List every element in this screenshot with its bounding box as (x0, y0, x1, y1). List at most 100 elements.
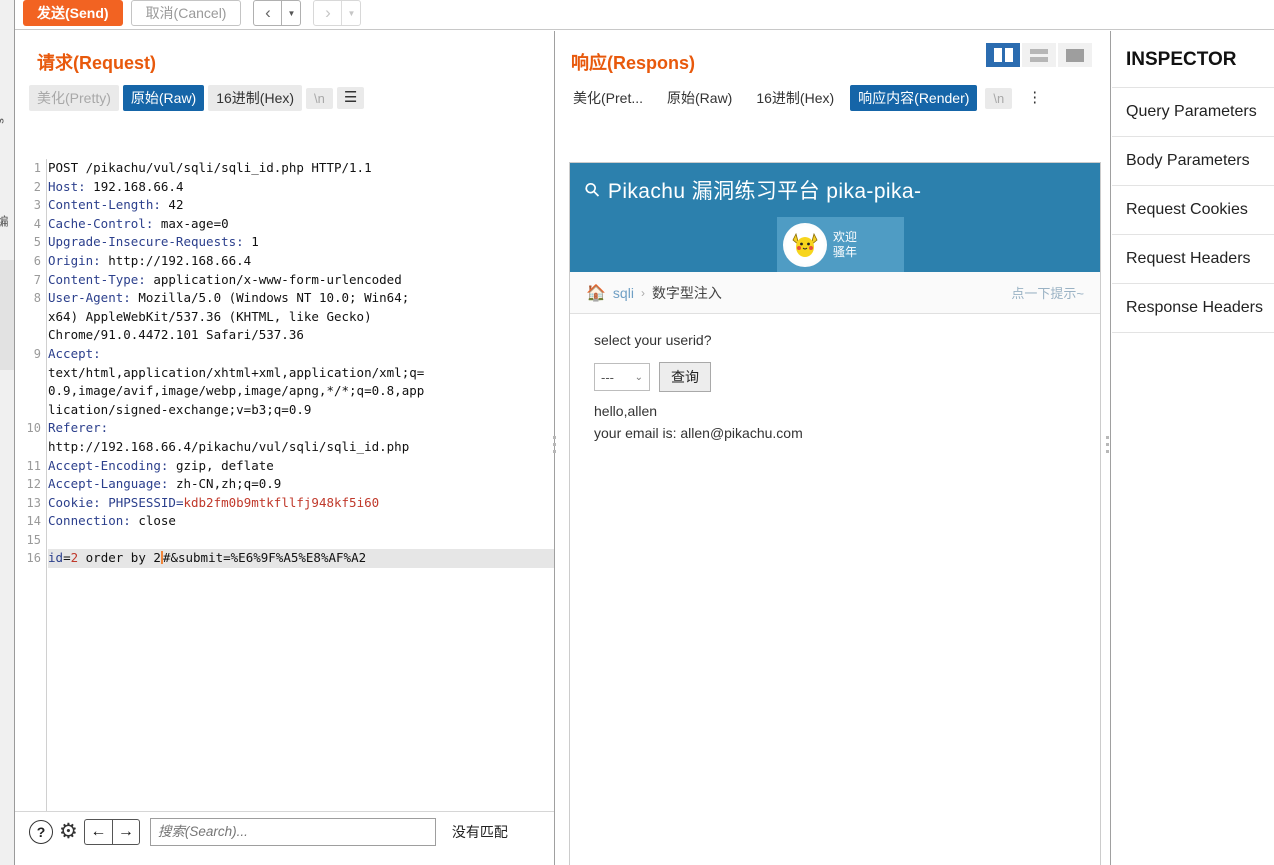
inspector-section-0[interactable]: Query Parameters (1112, 87, 1274, 136)
inspector-section-3[interactable]: Request Headers (1112, 234, 1274, 283)
code-line[interactable]: 0.9,image/avif,image/webp,image/apng,*/*… (48, 382, 554, 401)
header-name: Upgrade-Insecure-Requests: (48, 234, 244, 250)
tab-0[interactable]: 美化(Pret... (565, 85, 651, 111)
home-icon[interactable]: 🏠 (586, 283, 606, 303)
tab-1[interactable]: 原始(Raw) (122, 85, 205, 111)
code-line[interactable]: Cache-Control: max-age=0 (48, 215, 554, 234)
code-line[interactable]: Content-Type: application/x-www-form-url… (48, 271, 554, 290)
chevron-left-icon[interactable]: ‹ (254, 1, 283, 25)
code-line[interactable]: Referer: (48, 419, 554, 438)
body-injection-text: order by 2 (78, 550, 161, 566)
tab-3[interactable]: 响应内容(Render) (850, 85, 978, 111)
line-number: 4 (33, 216, 41, 231)
request-body-line[interactable]: id=2 order by 2 #&submit=%E6%9F%A5%E8%AF%… (48, 549, 554, 569)
newline-toggle[interactable]: \n (306, 87, 333, 109)
breadcrumb-separator: › (640, 285, 645, 300)
header-name: Content-Length: (48, 197, 161, 213)
request-raw-editor[interactable]: 1 2 3 4 5 6 7 8 9 10 11 12 13 14 15 16 POST /pikachu/vu… (15, 159, 554, 839)
code-line[interactable]: text/html,application/xhtml+xml,applicat… (48, 364, 554, 383)
menu-icon[interactable]: ⋮ (1020, 87, 1049, 109)
cookie-value: kdb2fm0b9mtkfllfj948kf5i60 (183, 494, 380, 510)
header-name: Referer: (48, 420, 109, 436)
inspector-section-1[interactable]: Body Parameters (1112, 136, 1274, 185)
line-number: 12 (26, 477, 41, 492)
userid-prompt: select your userid? (594, 332, 712, 348)
pikachu-avatar-icon (783, 222, 827, 267)
chevron-right-icon[interactable]: › (314, 1, 343, 25)
chevron-down-icon[interactable]: ▼ (282, 1, 300, 25)
header-value: http://192.168.66.4 (100, 252, 252, 268)
code-line[interactable]: Content-Length: 42 (48, 196, 554, 215)
cookie-key: PHPSESSID= (100, 494, 184, 510)
code-line[interactable]: Origin: http://192.168.66.4 (48, 252, 554, 271)
inspector-section-4[interactable]: Response Headers (1112, 283, 1274, 332)
code-line[interactable]: Host: 192.168.66.4 (48, 178, 554, 197)
header-value: 192.168.66.4 (85, 178, 184, 194)
line-number: 9 (33, 346, 41, 361)
request-line-number-gutter: 1 2 3 4 5 6 7 8 9 10 11 12 13 14 15 16 (15, 159, 47, 839)
response-panel-splitter[interactable] (1106, 432, 1110, 460)
body-param-key: id (48, 550, 64, 566)
line-number: 13 (26, 495, 41, 510)
query-submit-button[interactable]: 查询 (659, 362, 711, 392)
layout-single-pane-button[interactable] (1058, 43, 1092, 67)
next-request-button[interactable]: › ▼ (313, 0, 362, 26)
left-strip-active-block[interactable] (0, 260, 14, 370)
tab-1[interactable]: 原始(Raw) (659, 85, 740, 111)
tab-2[interactable]: 16进制(Hex) (208, 85, 303, 111)
search-prev-button[interactable]: ← (83, 818, 112, 845)
hint-link[interactable]: 点一下提示~ (1011, 283, 1084, 302)
request-panel: 请求(Request) 美化(Pretty) 原始(Raw) 16进制(Hex) \n… (15, 31, 555, 865)
code-line[interactable]: x64) AppleWebKit/537.36 (KHTML, like Gec… (48, 308, 554, 327)
request-code-lines[interactable]: POST /pikachu/vul/sqli/sqli_id.php HTTP/… (48, 159, 554, 569)
line-number (15, 382, 46, 401)
code-line[interactable]: lication/signed-exchange;v=b3;q=0.9 (48, 401, 554, 420)
search-input[interactable] (149, 817, 436, 846)
breadcrumb-root-link[interactable]: sqli (613, 285, 634, 301)
search-next-button[interactable]: → (111, 818, 140, 845)
body-param-value: 2 (70, 550, 79, 566)
userid-select[interactable]: --- ⌄ (594, 363, 650, 391)
inspector-section-2[interactable]: Request Cookies (1112, 185, 1274, 234)
pikachu-welcome-box[interactable]: 欢迎 骚年 (777, 217, 904, 272)
chevron-down-icon[interactable]: ▼ (342, 1, 360, 25)
request-panel-splitter[interactable] (553, 432, 557, 460)
code-line[interactable]: Cookie: PHPSESSID=kdb2fm0b9mtkfllfj948kf… (48, 494, 554, 513)
menu-icon[interactable]: ☰ (336, 87, 365, 109)
code-line[interactable]: Accept: (48, 345, 554, 364)
header-name: Cookie: (48, 494, 101, 510)
pikachu-avatar-svg (786, 225, 824, 264)
query-result-greeting: hello,allen (594, 403, 658, 419)
code-line[interactable]: Chrome/91.0.4472.101 Safari/537.36 (48, 326, 554, 345)
tab-0[interactable]: 美化(Pretty) (29, 85, 119, 111)
layout-split-vertical-button[interactable] (986, 43, 1020, 67)
layout-split-horizontal-button[interactable] (1022, 43, 1056, 67)
previous-request-button[interactable]: ‹ ▼ (253, 0, 302, 26)
line-number: 5 (33, 235, 41, 250)
left-vertical-tab-strip[interactable]: s 编 (0, 0, 15, 865)
query-result-email: your email is: allen@pikachu.com (594, 425, 803, 441)
cancel-button[interactable]: 取消(Cancel) (130, 0, 242, 26)
code-line[interactable]: Accept-Language: zh-CN,zh;q=0.9 (48, 475, 554, 494)
response-rendered-page[interactable]: ⚲ Pikachu 漏洞练习平台 pika-pika- 欢迎 骚年 🏠 sqli… (569, 162, 1101, 865)
code-line[interactable]: User-Agent: Mozilla/5.0 (Windows NT 10.0… (48, 289, 554, 308)
code-line[interactable]: Upgrade-Insecure-Requests: 1 (48, 233, 554, 252)
header-name: Accept-Encoding: (48, 457, 169, 473)
tab-2[interactable]: 16进制(Hex) (748, 85, 842, 111)
newline-toggle[interactable]: \n (985, 87, 1013, 109)
help-icon[interactable]: ? (29, 819, 53, 844)
code-line[interactable]: POST /pikachu/vul/sqli/sqli_id.php HTTP/… (48, 159, 554, 178)
code-line[interactable]: http://192.168.66.4/pikachu/vul/sqli/sql… (48, 438, 554, 457)
code-line[interactable]: Connection: close (48, 512, 554, 531)
send-button[interactable]: 发送(Send) (23, 0, 123, 26)
header-name: Accept-Language: (48, 476, 169, 492)
request-panel-title: 请求(Request) (37, 53, 157, 73)
header-value: 42 (160, 197, 184, 213)
code-line[interactable]: Accept-Encoding: gzip, deflate (48, 457, 554, 476)
line-number (15, 308, 46, 327)
pikachu-page-body: select your userid? --- ⌄ 查询 hello,allen… (570, 314, 1100, 459)
gear-icon[interactable]: ⚙ (59, 821, 78, 842)
breadcrumb-current: 数字型注入 (651, 284, 722, 301)
code-line[interactable] (48, 531, 554, 550)
body-remainder-text: #&submit=%E6%9F%A5%E8%AF%A2 (162, 550, 367, 566)
